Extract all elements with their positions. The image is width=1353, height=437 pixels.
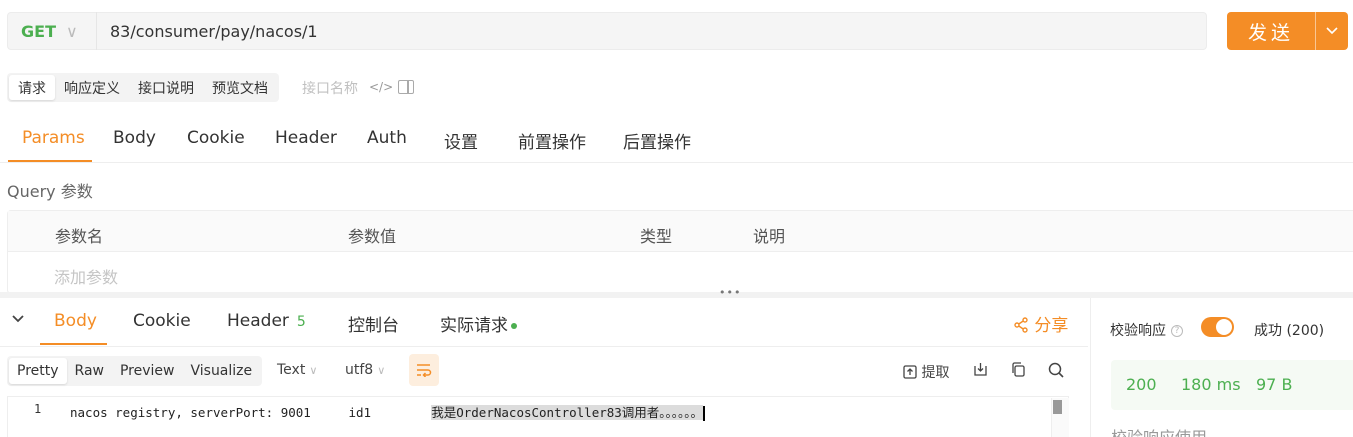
method-select[interactable]: GET ∨ — [8, 22, 96, 41]
add-param-input[interactable]: 添加参数 — [54, 264, 118, 288]
extract-label: 提取 — [921, 365, 950, 381]
wrap-toggle-button[interactable] — [409, 354, 439, 386]
subtab-preview-docs[interactable]: 预览文档 — [203, 75, 277, 100]
text-caret — [703, 406, 705, 421]
code-icon[interactable]: </> — [369, 80, 393, 94]
column-description: 说明 — [753, 227, 786, 246]
line-number: 1 — [34, 402, 42, 416]
chevron-down-icon — [1326, 27, 1338, 35]
send-label: 发送 — [1247, 21, 1294, 44]
response-size: 97 B — [1256, 375, 1293, 394]
response-active-indicator — [40, 343, 107, 345]
verify-result: 成功 (200) — [1254, 323, 1325, 339]
scrollbar-thumb[interactable] — [1053, 400, 1062, 414]
response-side-panel: 校验响应? 成功 (200) 200 180 ms 97 B 校验响应使用 — [1090, 298, 1353, 437]
copy-icon — [1012, 362, 1025, 377]
share-button[interactable]: 分享 — [1013, 311, 1068, 336]
url-bar: GET ∨ 83/consumer/pay/nacos/1 — [7, 12, 1207, 50]
chevron-down-icon: ∨ — [309, 364, 318, 377]
request-tabs: Params Body Cookie Header Auth 设置 前置操作 后… — [0, 118, 1353, 163]
type-select-value: Text — [277, 362, 306, 378]
header-count-badge: 5 — [296, 314, 306, 330]
api-name-input[interactable]: 接口名称 — [302, 78, 358, 98]
tab-header[interactable]: Header — [275, 128, 337, 148]
side-panel-icon[interactable] — [398, 80, 414, 94]
chevron-down-icon: ∨ — [65, 21, 78, 41]
encoding-select-value: utf8 — [345, 362, 374, 378]
verify-usage-text: 校验响应使用 — [1111, 424, 1207, 437]
tab-settings[interactable]: 设置 — [444, 128, 478, 153]
format-pretty[interactable]: Pretty — [9, 358, 67, 384]
query-params-label: Query 参数 — [7, 182, 93, 201]
verify-response-text: 校验响应 — [1110, 323, 1166, 339]
format-visualize[interactable]: Visualize — [182, 358, 260, 384]
share-icon — [1014, 317, 1028, 333]
request-subtabs: 请求 响应定义 接口说明 预览文档 — [7, 73, 279, 102]
resize-handle[interactable]: ••• — [719, 286, 741, 299]
format-preview[interactable]: Preview — [112, 358, 183, 384]
tab-auth[interactable]: Auth — [367, 128, 407, 148]
collapse-icon[interactable] — [12, 312, 24, 326]
column-type: 类型 — [640, 227, 673, 246]
copy-button[interactable] — [1011, 362, 1026, 381]
code-text: nacos registry, serverPort: 9001 id1 — [70, 405, 432, 420]
tab-pre-actions[interactable]: 前置操作 — [518, 128, 586, 153]
column-param-name: 参数名 — [55, 227, 104, 246]
tab-cookie[interactable]: Cookie — [187, 128, 245, 148]
subtab-request[interactable]: 请求 — [9, 75, 55, 100]
code-line[interactable]: nacos registry, serverPort: 9001 id1 我是O… — [70, 402, 705, 421]
send-dropdown[interactable] — [1316, 12, 1348, 50]
subtab-response-definition[interactable]: 响应定义 — [55, 75, 129, 100]
format-raw[interactable]: Raw — [67, 358, 112, 384]
search-icon — [1048, 362, 1064, 378]
tab-post-actions[interactable]: 后置操作 — [623, 128, 691, 153]
extract-button[interactable]: 提取 — [903, 362, 949, 382]
verify-toggle[interactable] — [1201, 317, 1234, 337]
params-table: 参数名 参数值 类型 说明 添加参数 — [7, 210, 1353, 294]
url-input[interactable]: 83/consumer/pay/nacos/1 — [97, 22, 318, 41]
chevron-down-icon: ∨ — [377, 364, 386, 377]
send-button[interactable]: 发送 — [1227, 12, 1348, 50]
response-tab-header-label: Header — [227, 311, 289, 331]
subtab-api-description[interactable]: 接口说明 — [129, 75, 203, 100]
response-tab-body[interactable]: Body — [54, 311, 97, 331]
share-label: 分享 — [1034, 316, 1069, 336]
format-tabs: Pretty Raw Preview Visualize — [7, 356, 263, 386]
wrap-lines-icon — [417, 364, 432, 377]
download-icon — [974, 363, 987, 376]
tab-body[interactable]: Body — [113, 128, 156, 148]
verify-response-label: 校验响应? — [1110, 320, 1183, 340]
encoding-select[interactable]: utf8 ∨ — [345, 362, 385, 378]
download-button[interactable] — [973, 362, 988, 381]
response-tab-console[interactable]: 控制台 — [348, 311, 399, 336]
response-time: 180 ms — [1181, 375, 1241, 394]
params-table-header: 参数名 参数值 类型 说明 — [8, 211, 1353, 252]
extract-icon — [903, 365, 917, 379]
status-dot-icon — [511, 323, 517, 329]
search-button[interactable] — [1048, 362, 1064, 382]
response-tab-header[interactable]: Header 5 — [227, 311, 306, 331]
response-tab-cookie[interactable]: Cookie — [133, 311, 191, 331]
vertical-scrollbar[interactable] — [1051, 398, 1069, 437]
type-select[interactable]: Text ∨ — [277, 362, 317, 378]
response-header-divider — [0, 346, 1088, 347]
active-tab-indicator — [8, 160, 92, 162]
status-code: 200 — [1126, 375, 1157, 394]
help-icon[interactable]: ? — [1171, 325, 1183, 337]
tab-params[interactable]: Params — [22, 128, 85, 148]
code-highlight: 我是OrderNacosController83调用者。。。。。。 — [431, 405, 704, 420]
response-stats: 200 180 ms 97 B — [1111, 360, 1353, 410]
response-tab-actual-request[interactable]: 实际请求 — [440, 311, 517, 336]
actual-request-label: 实际请求 — [440, 316, 508, 336]
column-param-value: 参数值 — [348, 227, 397, 246]
response-body-editor[interactable]: 1 nacos registry, serverPort: 9001 id1 我… — [7, 396, 1069, 437]
method-label: GET — [21, 21, 56, 41]
